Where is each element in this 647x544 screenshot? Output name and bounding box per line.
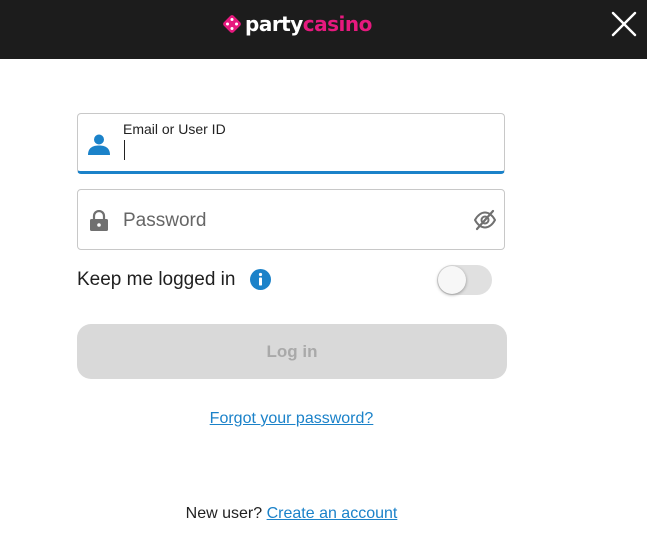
email-field-label: Email or User ID: [123, 121, 226, 137]
info-icon[interactable]: [250, 269, 271, 290]
close-icon[interactable]: [608, 8, 640, 40]
password-field[interactable]: Password: [77, 189, 505, 250]
lock-icon: [90, 210, 108, 231]
signup-row: New user? Create an account: [0, 505, 583, 523]
create-account-link[interactable]: Create an account: [267, 505, 398, 522]
new-user-prompt: New user?: [185, 505, 263, 522]
user-icon: [88, 134, 110, 155]
text-cursor: [124, 140, 125, 160]
email-field[interactable]: Email or User ID: [77, 113, 505, 174]
toggle-knob: [438, 266, 466, 294]
keep-logged-in-toggle[interactable]: [437, 265, 492, 295]
forgot-password-row: Forgot your password?: [0, 410, 583, 428]
login-button[interactable]: Log in: [77, 324, 507, 379]
eye-off-icon[interactable]: [474, 209, 496, 231]
dice-logo-icon: [223, 15, 241, 33]
logo-text-party: party: [245, 12, 303, 36]
keep-logged-in-label: Keep me logged in: [77, 269, 236, 290]
forgot-password-link[interactable]: Forgot your password?: [210, 410, 374, 427]
password-placeholder: Password: [123, 210, 207, 231]
logo-wordmark: partycasino: [245, 14, 372, 34]
logo-text-casino: casino: [302, 12, 373, 36]
header-bar: partycasino: [0, 0, 647, 59]
partycasino-logo: partycasino: [221, 10, 372, 38]
